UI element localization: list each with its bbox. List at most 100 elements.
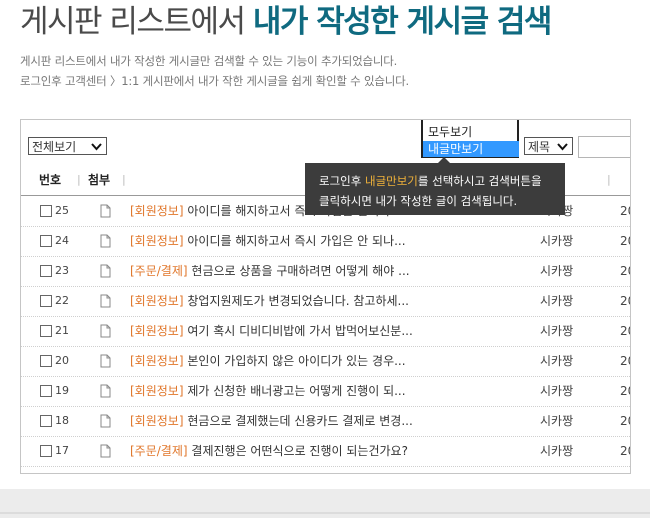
checkbox-icon[interactable]	[40, 445, 52, 457]
row-date: 20	[620, 414, 630, 428]
description-line-2: 로그인후 고객센터 〉1:1 게시판에서 내가 작한 게시글을 쉽게 확인할 수…	[20, 74, 409, 88]
table-row[interactable]: 17 [주문/결제] 결제진행은 어떤식으로 진행이 되는건가요? 시카짱 20	[21, 436, 630, 467]
chevron-down-icon	[91, 143, 102, 151]
file-icon	[100, 354, 111, 368]
file-icon	[100, 414, 111, 428]
row-title[interactable]: [회원정보] 여기 혹시 디비디비밥에 가서 밥먹어보신분...	[130, 316, 450, 346]
chevron-down-icon	[557, 143, 568, 151]
row-writer: 시카짱	[540, 444, 574, 458]
table-row[interactable]: 23 [주문/결제] 현금으로 상품을 구매하려면 어떻게 해야 ... 시카짱 20	[21, 256, 630, 287]
row-date: 20	[620, 204, 630, 218]
table-row[interactable]: 24 [회원정보] 아이디를 해지하고서 즉시 가입은 안 되나... 시카짱 20	[21, 226, 630, 257]
row-subject: 현금으로 결제했는데 신용카드 결제로 변경...	[187, 414, 413, 428]
table-row[interactable]: 18 [회원정보] 현금으로 결제했는데 신용카드 결제로 변경... 시카짱 20	[21, 406, 630, 437]
search-field-value: 제목	[528, 140, 551, 154]
row-writer: 시카짱	[540, 354, 574, 368]
view-filter-dropdown: 모두보기 내글만보기	[421, 120, 519, 158]
row-date: 20	[620, 294, 630, 308]
dropdown-option-all[interactable]: 모두보기	[423, 124, 519, 140]
row-title[interactable]: [회원정보] 창업지원제도가 변경되었습니다. 참고하세...	[130, 286, 450, 316]
row-subject: 현금으로 상품을 구매하려면 어떻게 해야 ...	[191, 264, 410, 278]
file-icon	[100, 294, 111, 308]
description-line-1: 게시판 리스트에서 내가 작성한 게시글만 검색할 수 있는 기능이 추가되었습…	[20, 54, 398, 68]
header-number: 번호	[39, 173, 62, 187]
row-subject: 창업지원제도가 변경되었습니다. 참고하세...	[187, 294, 409, 308]
row-category: [주문/결제]	[130, 444, 188, 458]
row-date: 20	[620, 384, 630, 398]
view-filter-select[interactable]: 전체보기	[28, 137, 107, 155]
row-category: [회원정보]	[130, 414, 184, 428]
search-field-select[interactable]: 제목	[524, 137, 573, 155]
file-icon	[100, 234, 111, 248]
board-panel: 전체보기 모두보기 내글만보기 제목 번호 | 첨부 | 쓴이 | 25[회원정…	[20, 119, 631, 474]
table-row[interactable]: 19 [회원정보] 제가 신청한 배너광고는 어떻게 진행이 되... 시카짱 20	[21, 376, 630, 407]
row-number: 21	[55, 324, 69, 337]
help-tooltip: 로그인후 내글만보기를 선택하시고 검색버튼을 클릭하시면 내가 작성한 글이 …	[305, 157, 565, 215]
header-divider: |	[607, 173, 611, 186]
row-writer: 시카짱	[540, 384, 574, 398]
checkbox-icon[interactable]	[40, 355, 52, 367]
header-divider: |	[77, 173, 81, 186]
row-title[interactable]: [회원정보] 아이디를 해지하고서 즉시 가입은 안 되나...	[130, 226, 450, 256]
row-category: [회원정보]	[130, 324, 184, 338]
row-date: 20	[620, 264, 630, 278]
row-category: [회원정보]	[130, 204, 184, 218]
file-icon	[100, 444, 111, 458]
row-title[interactable]: [회원정보] 현금으로 결제했는데 신용카드 결제로 변경...	[130, 406, 450, 436]
row-writer: 시카짱	[540, 294, 574, 308]
tooltip-arrow	[438, 157, 450, 163]
checkbox-icon[interactable]	[40, 385, 52, 397]
table-row[interactable]: 22 [회원정보] 창업지원제도가 변경되었습니다. 참고하세... 시카짱 20	[21, 286, 630, 317]
checkbox-icon[interactable]	[40, 325, 52, 337]
view-filter-value: 전체보기	[32, 140, 77, 154]
headline-plain: 게시판 리스트에서	[20, 4, 246, 40]
file-icon	[100, 384, 111, 398]
row-category: [회원정보]	[130, 294, 184, 308]
row-date: 20	[620, 234, 630, 248]
checkbox-icon[interactable]	[40, 265, 52, 277]
search-input[interactable]	[578, 136, 630, 158]
tooltip-line-2: 클릭하시면 내가 작성한 글이 검색됩니다.	[319, 194, 518, 208]
row-title[interactable]: [주문/결제] 결제진행은 어떤식으로 진행이 되는건가요?	[130, 436, 450, 466]
row-number: 17	[55, 444, 69, 457]
row-subject: 아이디를 해지하고서 즉시 가입은 안 되나...	[187, 234, 406, 248]
row-number: 18	[55, 414, 69, 427]
headline-bold: 내가 작성한 게시글 검색	[252, 4, 553, 40]
row-category: [주문/결제]	[130, 264, 188, 278]
row-date: 20	[620, 444, 630, 458]
row-title[interactable]: [주문/결제] 현금으로 상품을 구매하려면 어떻게 해야 ...	[130, 256, 450, 286]
table-row[interactable]: 20 [회원정보] 본인이 가입하지 않은 아이디가 있는 경우... 시카짱 20	[21, 346, 630, 377]
table-row[interactable]: 21 [회원정보] 여기 혹시 디비디비밥에 가서 밥먹어보신분... 시카짱 20	[21, 316, 630, 347]
row-subject: 여기 혹시 디비디비밥에 가서 밥먹어보신분...	[187, 324, 413, 338]
header-divider: |	[122, 173, 126, 186]
file-icon	[100, 264, 111, 278]
row-date: 20	[620, 354, 630, 368]
footer-divider	[0, 512, 650, 514]
row-writer: 시카짱	[540, 414, 574, 428]
tooltip-line-1: 로그인후 내글만보기를 선택하시고 검색버튼을	[319, 171, 565, 191]
file-icon	[100, 324, 111, 338]
row-title[interactable]: [회원정보] 본인이 가입하지 않은 아이디가 있는 경우...	[130, 346, 450, 376]
row-number: 23	[55, 264, 69, 277]
row-subject: 본인이 가입하지 않은 아이디가 있는 경우...	[187, 354, 406, 368]
row-number: 19	[55, 384, 69, 397]
row-number: 24	[55, 234, 69, 247]
page-headline: 게시판 리스트에서 내가 작성한 게시글 검색	[20, 2, 553, 42]
row-subject: 제가 신청한 배너광고는 어떻게 진행이 되...	[187, 384, 406, 398]
checkbox-icon[interactable]	[40, 235, 52, 247]
row-category: [회원정보]	[130, 384, 184, 398]
row-title[interactable]: [회원정보] 제가 신청한 배너광고는 어떻게 진행이 되...	[130, 376, 450, 406]
checkbox-icon[interactable]	[40, 415, 52, 427]
header-attachment: 첨부	[88, 173, 111, 187]
row-writer: 시카짱	[540, 324, 574, 338]
row-category: [회원정보]	[130, 234, 184, 248]
dropdown-option-mine[interactable]: 내글만보기	[423, 141, 519, 157]
row-writer: 시카짱	[540, 234, 574, 248]
row-category: [회원정보]	[130, 354, 184, 368]
checkbox-icon[interactable]	[40, 295, 52, 307]
tooltip-post: 를 선택하시고 검색버튼을	[417, 174, 542, 188]
row-date: 20	[620, 324, 630, 338]
checkbox-icon[interactable]	[40, 205, 52, 217]
tooltip-highlight: 내글만보기	[364, 174, 418, 188]
tooltip-pre: 로그인후	[319, 174, 365, 188]
